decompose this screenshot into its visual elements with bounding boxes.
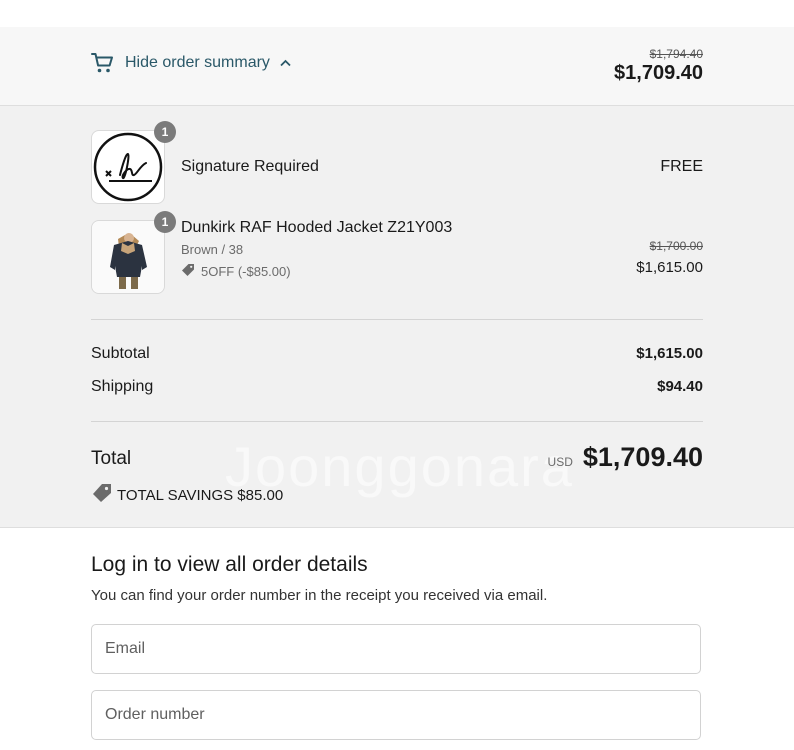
- total-savings-label: TOTAL SAVINGS $85.00: [117, 486, 284, 504]
- cart-icon: [91, 52, 115, 74]
- item-original-price: $1,700.00: [649, 239, 703, 253]
- item-title: Signature Required: [181, 158, 319, 175]
- header-total: $1,709.40: [614, 62, 703, 84]
- shipping-value: $94.40: [657, 378, 703, 395]
- item-discount-label: 5OFF (-$85.00): [201, 264, 291, 279]
- item-discount: 5OFF (-$85.00): [181, 263, 291, 280]
- header-price: $1,794.40 $1,709.40: [614, 47, 703, 85]
- order-summary-panel: Joonggonara 1 Signature Required FREE 1 …: [0, 106, 794, 528]
- divider: [91, 319, 703, 320]
- top-strip: [0, 0, 794, 28]
- total-label: Total: [91, 448, 132, 469]
- savings-tag-icon: [91, 483, 113, 507]
- chevron-up-icon: [280, 59, 291, 67]
- discount-tag-icon: [181, 263, 195, 280]
- signature-icon: [92, 132, 164, 207]
- item-price: FREE: [660, 158, 703, 175]
- order-summary-toggle-bar: Hide order summary $1,794.40 $1,709.40: [0, 27, 794, 106]
- item-variant: Brown / 38: [181, 242, 244, 257]
- total-price: USD $1,709.40: [548, 442, 703, 473]
- subtotal-value: $1,615.00: [636, 345, 703, 362]
- login-heading: Log in to view all order details: [91, 553, 368, 576]
- login-subtitle: You can find your order number in the re…: [91, 587, 548, 604]
- divider: [91, 421, 703, 422]
- item-title: Dunkirk RAF Hooded Jacket Z21Y003: [181, 219, 453, 236]
- subtotal-label: Subtotal: [91, 345, 150, 362]
- item-price: $1,615.00: [636, 259, 703, 276]
- quantity-badge: 1: [154, 211, 176, 233]
- hide-order-summary-button[interactable]: Hide order summary: [91, 52, 291, 74]
- jacket-photo: [92, 221, 164, 297]
- shipping-label: Shipping: [91, 378, 154, 395]
- toggle-label: Hide order summary: [125, 54, 270, 71]
- total-amount: $1,709.40: [582, 442, 703, 472]
- currency-code: USD: [547, 455, 573, 469]
- item-thumbnail-signature: 1: [91, 121, 176, 207]
- total-savings: TOTAL SAVINGS $85.00: [91, 483, 283, 507]
- header-original-total: $1,794.40: [649, 47, 703, 61]
- item-thumbnail-jacket: 1: [91, 211, 176, 297]
- order-number-field[interactable]: [91, 690, 701, 740]
- quantity-badge: 1: [154, 121, 176, 143]
- email-field[interactable]: [91, 624, 701, 674]
